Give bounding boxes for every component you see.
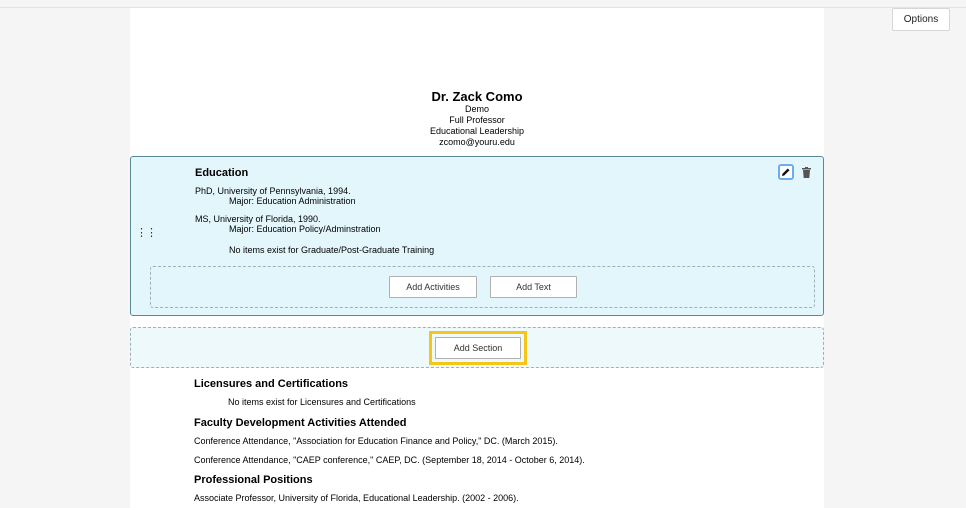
education-section[interactable]: ⋮⋮ Education PhD, University of Pennsylv… [130, 156, 824, 316]
licensures-title: Licensures and Certifications [194, 378, 349, 390]
positions-title: Professional Positions [194, 474, 313, 486]
add-content-area: Add Activities Add Text [150, 266, 815, 308]
drag-handle-icon[interactable]: ⋮⋮ [136, 228, 157, 239]
header-email: zcomo@youru.edu [439, 137, 515, 147]
empty-note-training: No items exist for Graduate/Post-Graduat… [229, 245, 435, 255]
empty-note-licensures: No items exist for Licensures and Certif… [228, 397, 416, 407]
header-department: Educational Leadership [429, 126, 525, 136]
trash-icon [801, 166, 811, 178]
list-item: Conference Attendance, "Association for … [194, 436, 558, 446]
faculty-dev-title: Faculty Development Activities Attended [194, 417, 407, 429]
degree-phd: PhD, University of Pennsylvania, 1994. [195, 186, 351, 196]
cv-header: Dr. Zack Como Demo Full Professor Educat… [130, 90, 824, 148]
header-rank: Full Professor [449, 115, 505, 125]
faculty-name: Dr. Zack Como [431, 89, 523, 104]
degree-ms: MS, University of Florida, 1990. [195, 214, 321, 224]
options-button[interactable]: Options [892, 8, 950, 31]
pencil-icon [782, 168, 790, 176]
add-text-button[interactable]: Add Text [490, 276, 577, 298]
list-item: Conference Attendance, "CAEP conference,… [194, 455, 585, 465]
add-section-area: Add Section [130, 327, 824, 368]
major-ms: Major: Education Policy/Adminstration [229, 224, 381, 234]
education-title: Education [195, 167, 249, 179]
list-item: Associate Professor, University of Flori… [194, 493, 519, 503]
add-section-button[interactable]: Add Section [435, 337, 521, 359]
add-activities-button[interactable]: Add Activities [389, 276, 477, 298]
edit-button[interactable] [778, 164, 794, 180]
cv-page: Dr. Zack Como Demo Full Professor Educat… [130, 8, 824, 508]
delete-button[interactable] [800, 165, 812, 179]
header-line-1: Demo [464, 104, 489, 114]
major-phd: Major: Education Administration [229, 196, 356, 206]
